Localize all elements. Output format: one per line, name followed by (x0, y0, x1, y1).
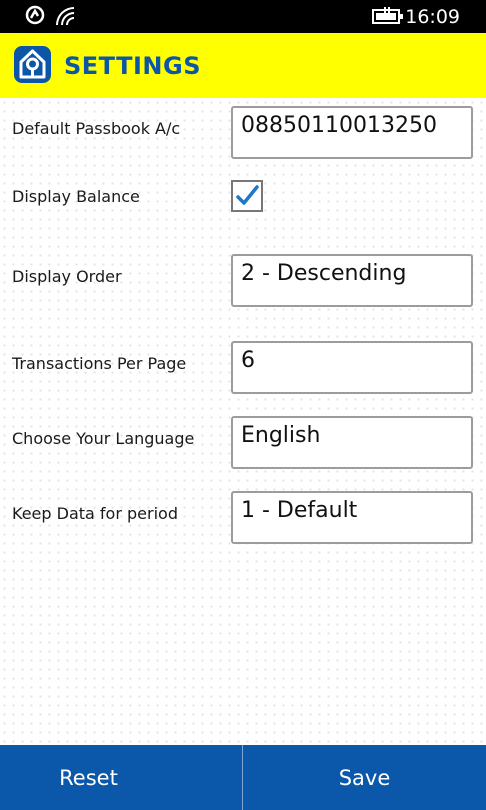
keep-data-value: 1 - Default (241, 498, 358, 523)
nfc-icon (25, 5, 45, 29)
keep-data-label: Keep Data for period (12, 504, 178, 523)
per-page-label: Transactions Per Page (12, 354, 187, 373)
page-title: SETTINGS (64, 52, 201, 80)
wifi-icon (54, 5, 76, 31)
keep-data-select[interactable]: 1 - Default (231, 491, 473, 544)
per-page-field[interactable]: 6 (231, 341, 473, 394)
display-order-label: Display Order (12, 267, 122, 286)
display-order-select[interactable]: 2 - Descending (231, 254, 473, 307)
settings-form: Default Passbook A/c 08850110013250 Disp… (0, 98, 486, 745)
passbook-label: Default Passbook A/c (12, 119, 181, 138)
language-label: Choose Your Language (12, 429, 195, 448)
app-header: SETTINGS (0, 33, 486, 98)
status-bar: 16:09 (0, 0, 486, 33)
passbook-account-field[interactable]: 08850110013250 (231, 106, 473, 159)
checkmark-icon (236, 185, 259, 205)
display-balance-checkbox[interactable] (231, 180, 263, 212)
reset-button[interactable]: Reset (0, 745, 177, 810)
battery-charging-icon (372, 7, 406, 29)
status-time: 16:09 (405, 6, 460, 28)
language-value: English (241, 423, 321, 448)
language-select[interactable]: English (231, 416, 473, 469)
bank-logo-icon (14, 46, 51, 83)
passbook-account-value: 08850110013250 (241, 113, 437, 138)
per-page-value: 6 (241, 348, 255, 373)
save-button[interactable]: Save (243, 745, 486, 810)
bottom-action-bar: Reset Save (0, 745, 486, 810)
display-order-value: 2 - Descending (241, 261, 407, 286)
display-balance-label: Display Balance (12, 187, 140, 206)
